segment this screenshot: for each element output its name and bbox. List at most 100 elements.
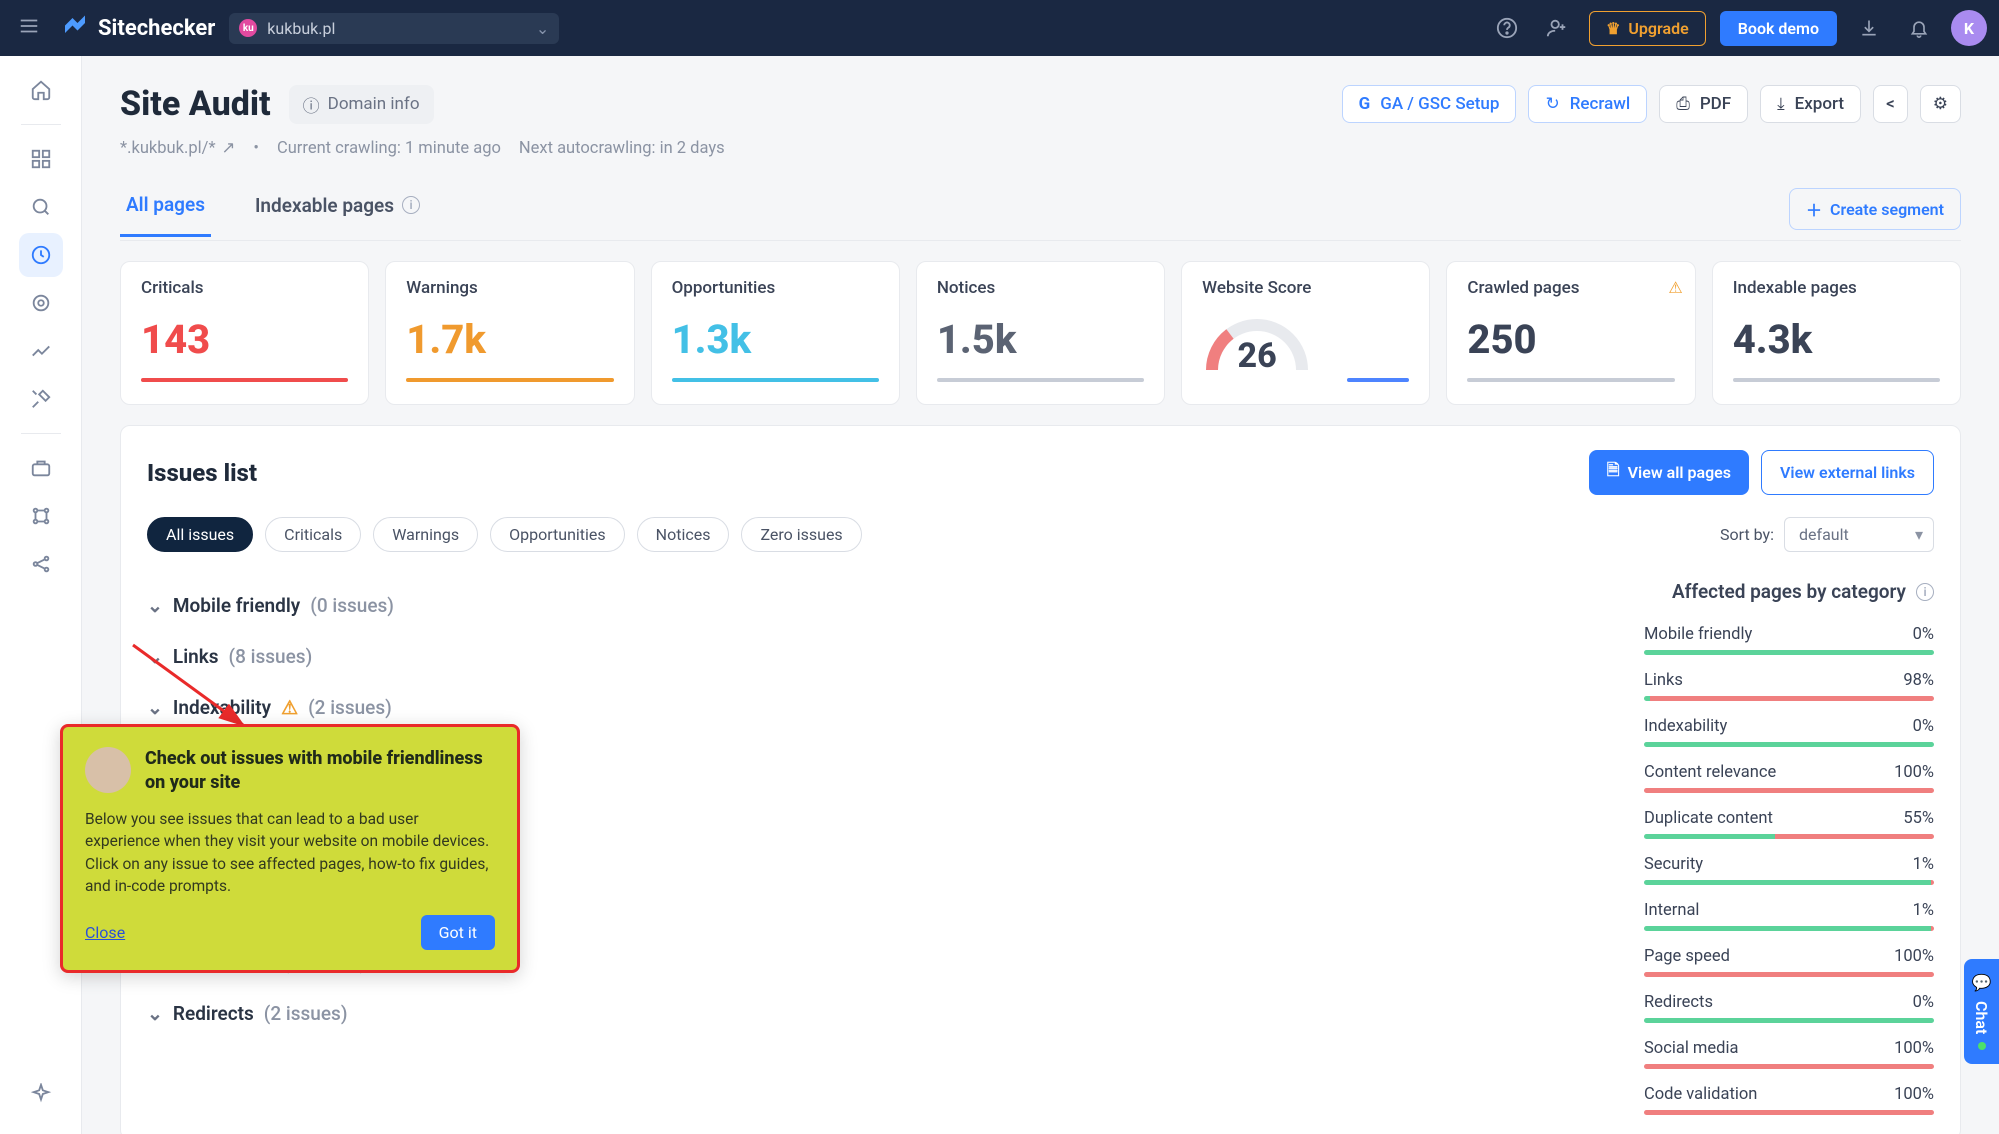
card-label: Notices [937,278,1144,298]
cat-name: Indexability [1644,717,1727,736]
cat-pct: 100% [1894,947,1934,966]
affected-category-item[interactable]: Content relevance100% [1644,763,1934,793]
download-icon[interactable] [1851,10,1887,46]
card-opportunities[interactable]: Opportunities 1.3k [651,261,900,405]
card-value: 4.3k [1733,316,1940,363]
cat-pct: 0% [1913,717,1934,736]
card-warnings[interactable]: Warnings 1.7k [385,261,634,405]
cat-bar [1644,1110,1934,1115]
info-icon[interactable]: i [1916,583,1934,601]
plus-icon: ＋ [1806,197,1822,221]
sidebar-integrations-icon[interactable] [19,494,63,538]
sidebar-trends-icon[interactable] [19,329,63,373]
affected-category-item[interactable]: Page speed100% [1644,947,1934,977]
cat-bar [1644,1018,1934,1023]
affected-category-item[interactable]: Code validation100% [1644,1085,1934,1115]
recrawl-button[interactable]: ↻ Recrawl [1528,85,1647,123]
affected-category-item[interactable]: Links98% [1644,671,1934,701]
sidebar-audit-icon[interactable] [19,233,63,277]
sidebar-assistant-icon[interactable] [19,1072,63,1116]
issue-category-row[interactable]: ⌄Links(8 issues) [147,631,1604,682]
affected-category-item[interactable]: Security1% [1644,855,1934,885]
sidebar-monitor-icon[interactable] [19,281,63,325]
brand-name: Sitechecker [98,16,215,41]
card-criticals[interactable]: Criticals 143 [120,261,369,405]
pdf-button[interactable]: ⎙PDF [1659,85,1748,123]
tab-indexable-pages[interactable]: Indexable pagesi [249,194,426,235]
sidebar-briefcase-icon[interactable] [19,446,63,490]
recrawl-label: Recrawl [1570,94,1631,114]
domain-selector[interactable]: ku kukbuk.pl ⌄ [229,13,559,44]
refresh-icon: ↻ [1545,94,1559,114]
filter-chip[interactable]: Warnings [373,517,478,552]
cat-name: Mobile friendly [1644,625,1752,644]
filter-chip[interactable]: Opportunities [490,517,625,552]
category-count: (0 issues) [310,594,394,617]
affected-category-item[interactable]: Duplicate content55% [1644,809,1934,839]
issue-category-row[interactable]: ⌄Redirects(2 issues) [147,988,1604,1039]
affected-category-item[interactable]: Redirects0% [1644,993,1934,1023]
sidebar-share-icon[interactable] [19,542,63,586]
cat-bar [1644,696,1934,701]
cat-bar [1644,834,1934,839]
card-value: 250 [1467,316,1674,363]
affected-pages-title: Affected pages by categoryi [1644,580,1934,603]
user-avatar[interactable]: K [1951,10,1987,46]
cat-bar [1644,972,1934,977]
page-title: Site Audit [120,84,271,124]
card-notices[interactable]: Notices 1.5k [916,261,1165,405]
menu-icon[interactable] [12,9,46,47]
audit-url[interactable]: *.kukbuk.pl/* ↗ [120,138,235,158]
cat-bar [1644,742,1934,747]
create-segment-button[interactable]: ＋Create segment [1789,188,1961,230]
view-external-links-button[interactable]: View external links [1761,450,1934,495]
filters-row: All issues Criticals Warnings Opportunit… [147,517,1934,552]
bell-icon[interactable] [1901,10,1937,46]
view-all-pages-button[interactable]: 🗎View all pages [1589,450,1749,495]
upgrade-button[interactable]: ♛ Upgrade [1589,11,1706,46]
category-name: Links [173,645,219,668]
cat-pct: 0% [1913,625,1934,644]
affected-category-item[interactable]: Indexability 0% [1644,717,1934,747]
filter-chip[interactable]: Criticals [265,517,361,552]
sidebar-home-icon[interactable] [19,68,63,112]
card-sparkline [141,378,348,382]
card-crawled-pages[interactable]: ⚠ Crawled pages 250 [1446,261,1695,405]
sidebar-search-icon[interactable] [19,185,63,229]
affected-category-item[interactable]: Social media100% [1644,1039,1934,1069]
tooltip-close-link[interactable]: Close [85,923,125,942]
filter-chip[interactable]: Notices [637,517,730,552]
add-user-icon[interactable] [1539,10,1575,46]
settings-button[interactable]: ⚙ [1920,85,1961,123]
chevron-down-icon: ⌄ [147,645,163,668]
sidebar-tools-icon[interactable] [19,377,63,421]
card-indexable-pages[interactable]: Indexable pages 4.3k [1712,261,1961,405]
brand-logo[interactable]: Sitechecker [60,13,215,43]
help-icon[interactable] [1489,10,1525,46]
sort-select[interactable]: default [1784,517,1934,552]
chevron-down-icon: ⌄ [147,1002,163,1025]
filter-chip[interactable]: Zero issues [741,517,861,552]
affected-category-item[interactable]: Internal1% [1644,901,1934,931]
share-button[interactable]: < [1873,85,1908,123]
card-website-score[interactable]: Website Score 26 [1181,261,1430,405]
category-name: Mobile friendly [173,594,300,617]
audit-url-text: *.kukbuk.pl/* [120,139,216,158]
tab-all-pages[interactable]: All pages [120,193,211,237]
book-demo-label: Book demo [1738,19,1819,38]
issue-category-row[interactable]: ⌄Mobile friendly(0 issues) [147,580,1604,631]
sidebar-dashboard-icon[interactable] [19,137,63,181]
cat-name: Links [1644,671,1683,690]
affected-category-item[interactable]: Mobile friendly 0% [1644,625,1934,655]
export-button[interactable]: ⤓Export [1760,85,1861,123]
upgrade-label: Upgrade [1628,19,1688,38]
gauge: 26 [1202,310,1312,378]
card-sparkline [1347,378,1409,382]
ga-setup-button[interactable]: GGA / GSC Setup [1342,85,1517,123]
chat-tab[interactable]: 💬 Chat [1964,959,1999,1064]
domain-info-button[interactable]: ⓘ Domain info [289,85,434,124]
external-link-icon: ↗ [222,138,236,158]
tooltip-got-it-button[interactable]: Got it [421,915,495,950]
book-demo-button[interactable]: Book demo [1720,11,1837,46]
filter-chip[interactable]: All issues [147,517,253,552]
